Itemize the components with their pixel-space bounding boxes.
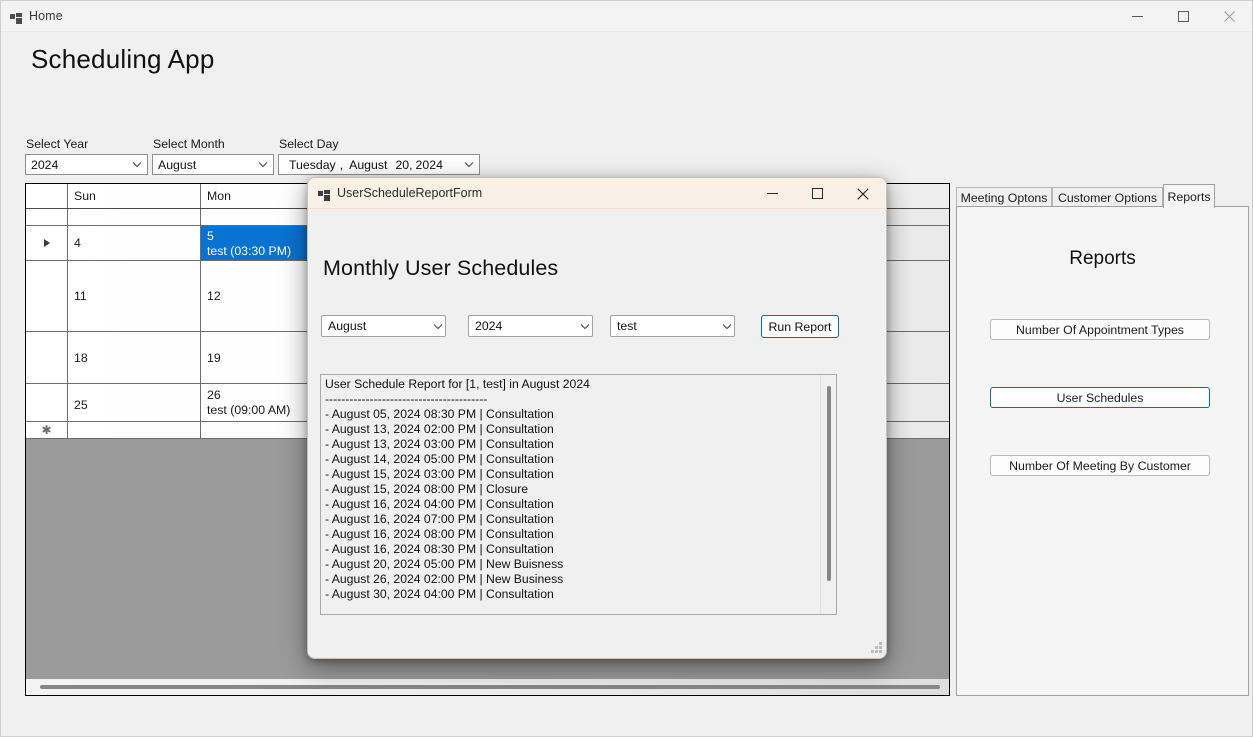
- report-vscroll-thumb[interactable]: [827, 386, 831, 581]
- column-header-label: Sun: [74, 189, 96, 203]
- user-schedule-report-dialog: UserScheduleReportForm Monthly User Sche…: [307, 177, 887, 659]
- dialog-title: UserScheduleReportForm: [337, 186, 483, 200]
- tabstrip: Meeting Optons Customer Options Reports: [956, 184, 1249, 208]
- calendar-cell[interactable]: [68, 422, 201, 438]
- dialog-user-select-value: test: [617, 319, 637, 333]
- button-label: Run Report: [768, 319, 832, 334]
- calendar-day-number: 18: [74, 351, 88, 365]
- app-window-icon: [318, 188, 330, 201]
- right-tab-panel: Meeting Optons Customer Options Reports …: [956, 184, 1249, 696]
- button-label: Number Of Meeting By Customer: [1009, 458, 1191, 473]
- calendar-day-number: 4: [74, 236, 81, 250]
- tab-label: Reports: [1167, 189, 1211, 204]
- row-marker-cell: [26, 384, 68, 421]
- new-row-asterisk-icon: ✱: [41, 423, 52, 437]
- calendar-day-number: 11: [74, 289, 87, 303]
- calendar-cell[interactable]: 4: [68, 226, 201, 260]
- year-select-value: 2024: [31, 157, 59, 172]
- row-marker-new-cell: ✱: [26, 422, 68, 438]
- tab-customer-options[interactable]: Customer Options: [1052, 187, 1163, 207]
- window-maximize-button[interactable]: [1160, 1, 1206, 32]
- chevron-down-icon: [722, 323, 732, 330]
- calendar-cell[interactable]: 11: [68, 261, 201, 331]
- day-picker-month: August: [349, 157, 388, 172]
- year-select[interactable]: 2024: [25, 154, 148, 175]
- tab-label: Customer Options: [1057, 190, 1158, 205]
- window-title: Home: [29, 9, 63, 23]
- dialog-year-select[interactable]: 2024: [468, 315, 593, 337]
- dialog-titlebar[interactable]: UserScheduleReportForm: [308, 178, 886, 209]
- dialog-month-select-value: August: [328, 319, 367, 333]
- day-picker[interactable]: Tuesday , August 20, 2024: [278, 154, 480, 175]
- button-label: Number Of Appointment Types: [1016, 322, 1184, 337]
- app-window-icon: [10, 11, 22, 24]
- reports-panel-title: Reports: [1069, 248, 1136, 269]
- dialog-heading: Monthly User Schedules: [323, 256, 559, 280]
- day-picker-value: Tuesday , August 20, 2024: [284, 158, 461, 172]
- report-output-text: User Schedule Report for [1, test] in Au…: [325, 377, 590, 601]
- main-window: Home Scheduling App Select Year 2024 Sel…: [0, 0, 1253, 737]
- report-output-textbox[interactable]: User Schedule Report for [1, test] in Au…: [320, 374, 837, 615]
- window-close-button[interactable]: [1206, 1, 1252, 32]
- user-schedules-button[interactable]: User Schedules: [990, 387, 1210, 408]
- number-of-meeting-by-customer-button[interactable]: Number Of Meeting By Customer: [990, 455, 1210, 476]
- run-report-button[interactable]: Run Report: [761, 315, 839, 338]
- window-titlebar: Home: [1, 1, 1252, 32]
- dialog-close-button[interactable]: [840, 178, 885, 209]
- row-marker-cell: [26, 332, 68, 383]
- calendar-hscroll-thumb[interactable]: [40, 685, 940, 689]
- dialog-month-select[interactable]: August: [321, 315, 446, 337]
- dialog-resize-grip[interactable]: [870, 642, 883, 655]
- day-picker-year: 2024: [415, 157, 443, 172]
- row-marker-current: [26, 226, 68, 260]
- day-picker-comma: ,: [339, 157, 344, 172]
- calendar-horizontal-scrollbar[interactable]: [26, 678, 949, 695]
- day-picker-weekday: Tuesday: [289, 157, 336, 172]
- calendar-column-header-sun[interactable]: Sun: [68, 184, 201, 208]
- number-of-appointment-types-button[interactable]: Number Of Appointment Types: [990, 319, 1210, 340]
- month-selector-label: Select Month: [153, 137, 225, 151]
- dialog-maximize-button[interactable]: [795, 178, 840, 209]
- column-header-label: Mon: [207, 189, 231, 203]
- dialog-year-select-value: 2024: [475, 319, 503, 333]
- month-select[interactable]: August: [152, 154, 274, 175]
- tab-label: Meeting Optons: [960, 190, 1048, 205]
- calendar-cell[interactable]: [68, 209, 201, 225]
- chevron-down-icon: [433, 323, 443, 330]
- month-select-value: August: [158, 157, 197, 172]
- dialog-user-select[interactable]: test: [610, 315, 735, 337]
- page-title: Scheduling App: [31, 44, 215, 74]
- chevron-down-icon: [580, 323, 590, 330]
- report-vertical-scrollbar[interactable]: [820, 375, 836, 614]
- window-minimize-button[interactable]: [1114, 1, 1160, 32]
- chevron-down-icon: [461, 157, 477, 173]
- row-marker-arrow-icon: [43, 239, 50, 247]
- calendar-cell[interactable]: 25: [68, 384, 201, 421]
- reports-tab-body: Reports Number Of Appointment Types User…: [956, 206, 1249, 696]
- row-marker-cell: [26, 209, 68, 225]
- calendar-corner-header: [26, 184, 68, 208]
- dialog-minimize-button[interactable]: [750, 178, 795, 209]
- button-label: User Schedules: [1056, 390, 1144, 405]
- year-selector-label: Select Year: [26, 137, 89, 151]
- chevron-down-icon: [255, 157, 271, 173]
- tab-meeting-options[interactable]: Meeting Optons: [956, 187, 1052, 207]
- day-picker-daynumber: 20,: [395, 157, 413, 172]
- calendar-cell[interactable]: 18: [68, 332, 201, 383]
- tab-reports[interactable]: Reports: [1163, 184, 1215, 208]
- calendar-day-number: 25: [74, 398, 88, 412]
- chevron-down-icon: [129, 157, 145, 173]
- row-marker-cell: [26, 261, 68, 331]
- day-selector-label: Select Day: [279, 137, 339, 151]
